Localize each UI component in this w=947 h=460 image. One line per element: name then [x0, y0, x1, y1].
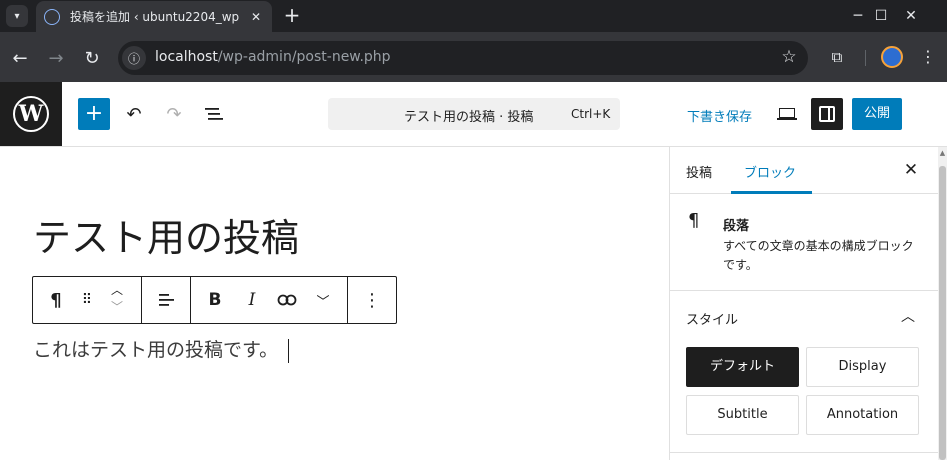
active-tab-indicator	[731, 191, 812, 194]
scroll-up-icon[interactable]: ▲	[938, 149, 947, 161]
sidebar-divider	[670, 452, 938, 453]
url-host: localhost	[155, 49, 218, 65]
text-caret	[288, 338, 290, 363]
wordpress-logo-icon: W	[13, 96, 49, 132]
list-lines-svg	[205, 108, 223, 120]
extensions-icon[interactable]: ⧉	[826, 46, 848, 68]
tab-post[interactable]: 投稿	[686, 162, 712, 181]
settings-sidebar-icon	[819, 106, 835, 122]
options-icon[interactable]: ⋮	[360, 288, 384, 312]
site-info-icon[interactable]: ⓘ	[122, 46, 146, 70]
link-svg	[277, 294, 297, 306]
shortcut-hint: Ctrl+K	[571, 107, 611, 121]
style-default-button[interactable]: デフォルト	[686, 347, 799, 387]
preview-base-shape	[777, 118, 797, 120]
align-lines-svg	[159, 294, 174, 306]
url-text[interactable]: localhost/wp-admin/post-new.php	[155, 49, 391, 65]
sidebar-divider	[670, 290, 938, 291]
publish-button[interactable]: 公開	[852, 98, 902, 130]
kebab-menu-icon[interactable]: ⋮	[917, 46, 939, 68]
plus-icon: +	[84, 101, 104, 126]
forward-icon[interactable]: →	[44, 46, 68, 70]
toolbar-group-divider	[190, 277, 191, 323]
close-window-icon[interactable]: ✕	[888, 0, 934, 32]
paragraph-block[interactable]: これはテスト用の投稿です。	[33, 335, 290, 363]
document-title[interactable]: テスト用の投稿 · 投稿	[404, 106, 533, 125]
wordpress-logo-button[interactable]: W	[0, 82, 62, 146]
block-inserter-button[interactable]: +	[78, 98, 110, 130]
reload-icon[interactable]: ↻	[80, 46, 104, 70]
preview-screen-shape	[779, 108, 795, 118]
close-icon[interactable]: ✕	[248, 10, 264, 24]
save-draft-button[interactable]: 下書き保存	[687, 106, 752, 125]
toolbar-group-divider	[347, 277, 348, 323]
browser-tab[interactable]: 投稿を追加 ‹ ubuntu2204_wp — ✕	[36, 1, 272, 32]
toolbar-divider	[865, 50, 866, 66]
chevron-up-icon[interactable]: ︿	[896, 305, 920, 329]
move-up-icon[interactable]: ︿	[105, 282, 129, 297]
align-icon[interactable]	[154, 288, 178, 312]
italic-icon[interactable]: I	[240, 288, 264, 312]
block-description: すべての文章の基本の構成ブロックです。	[723, 239, 914, 272]
toolbar-group-divider	[141, 277, 142, 323]
paragraph-icon: ¶	[688, 210, 700, 231]
scrollbar-thumb[interactable]	[939, 166, 946, 460]
style-display-button[interactable]: Display	[806, 347, 919, 387]
more-chevron-icon[interactable]: ﹀	[311, 288, 335, 312]
link-icon[interactable]	[275, 288, 299, 312]
move-down-icon[interactable]: ﹀	[105, 299, 129, 314]
settings-sidebar-button[interactable]	[811, 98, 843, 130]
back-icon[interactable]: ←	[8, 46, 32, 70]
redo-icon[interactable]: ↷	[162, 102, 186, 126]
plus-icon[interactable]: +	[281, 4, 303, 26]
settings-sidebar-icon-bar	[828, 106, 830, 122]
tab-list-icon[interactable]: ▾	[6, 5, 28, 27]
url-path: /wp-admin/post-new.php	[217, 49, 391, 65]
tab-block[interactable]: ブロック	[744, 162, 796, 181]
post-title[interactable]: テスト用の投稿	[33, 207, 299, 262]
block-name: 段落	[723, 219, 750, 234]
undo-icon[interactable]: ↶	[122, 102, 146, 126]
favicon-icon	[44, 8, 60, 25]
preview-icon[interactable]	[776, 102, 800, 126]
drag-handle-icon[interactable]: ⠿	[75, 288, 99, 312]
paragraph-text: これはテスト用の投稿です。	[33, 339, 279, 361]
bold-icon[interactable]: B	[203, 288, 227, 312]
close-icon[interactable]: ✕	[899, 158, 923, 182]
document-overview-icon[interactable]	[202, 102, 226, 126]
style-annotation-button[interactable]: Annotation	[806, 395, 919, 435]
style-subtitle-button[interactable]: Subtitle	[686, 395, 799, 435]
paragraph-icon[interactable]: ¶	[44, 288, 68, 312]
bookmark-star-icon[interactable]: ☆	[778, 46, 800, 68]
profile-icon[interactable]	[881, 46, 903, 68]
tab-title: 投稿を追加 ‹ ubuntu2204_wp —	[70, 10, 242, 24]
styles-panel-title[interactable]: スタイル	[686, 309, 738, 328]
